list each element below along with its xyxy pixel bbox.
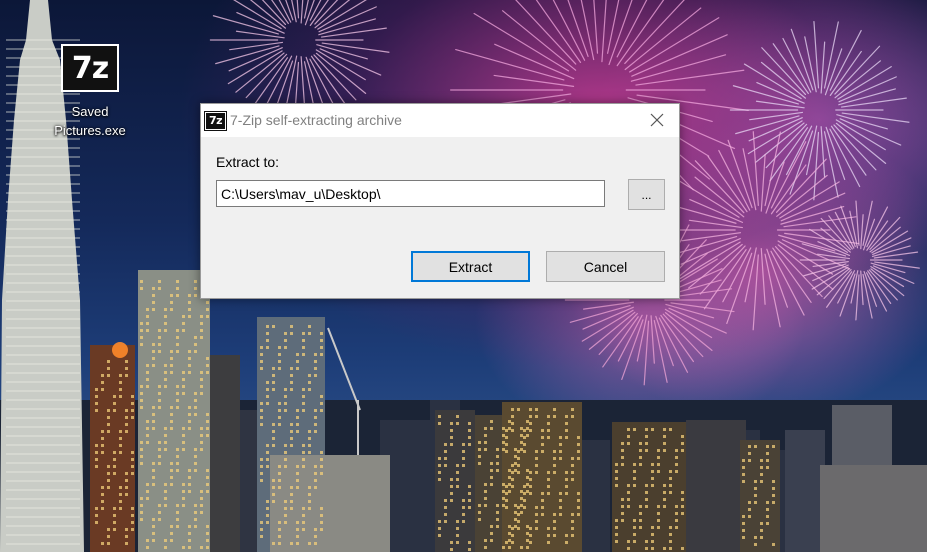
desktop-icon-label: Saved Pictures.exe xyxy=(48,102,132,140)
close-icon xyxy=(650,113,664,127)
dialog-titlebar[interactable]: 7z 7-Zip self-extracting archive xyxy=(201,104,679,137)
7zip-icon: 7z xyxy=(61,44,119,92)
close-button[interactable] xyxy=(635,104,679,136)
dialog-title: 7-Zip self-extracting archive xyxy=(230,112,402,128)
desktop-icon-label-line1: Saved xyxy=(71,104,109,119)
desktop-icon-label-line2: Pictures.exe xyxy=(54,123,126,138)
7zip-icon: 7z xyxy=(204,111,227,131)
desktop-icon-saved-pictures[interactable]: 7z Saved Pictures.exe xyxy=(48,40,132,140)
extract-to-label: Extract to: xyxy=(216,154,280,170)
cancel-button[interactable]: Cancel xyxy=(546,251,665,282)
extract-path-input[interactable] xyxy=(216,180,605,207)
sfx-dialog: 7z 7-Zip self-extracting archive Extract… xyxy=(200,103,680,299)
browse-button[interactable]: ... xyxy=(628,179,665,210)
extract-button[interactable]: Extract xyxy=(411,251,530,282)
